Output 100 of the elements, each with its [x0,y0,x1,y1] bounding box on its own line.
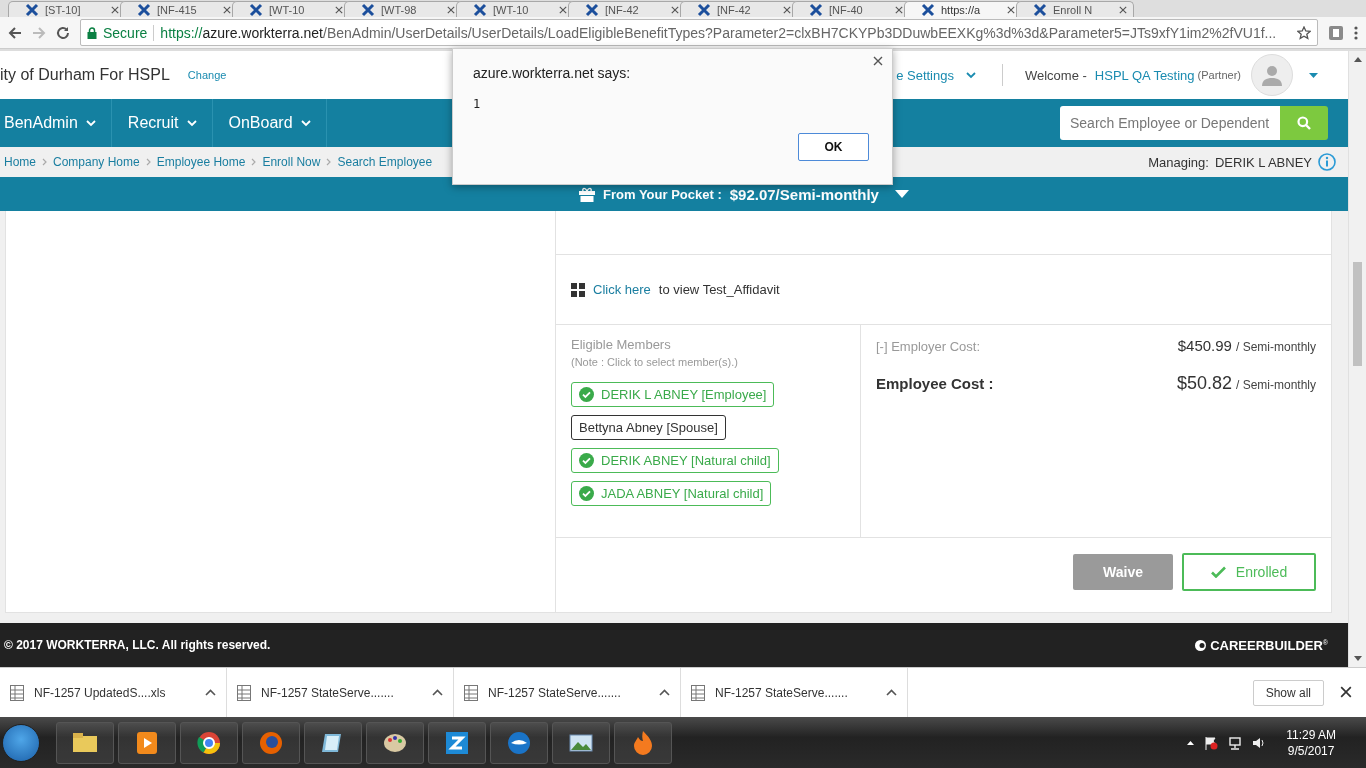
affidavit-link[interactable]: Click here [593,282,651,297]
show-all-button[interactable]: Show all [1252,679,1324,706]
star-icon[interactable] [1297,25,1311,40]
close-icon[interactable] [783,5,791,14]
x-logo-icon [361,2,375,17]
close-icon[interactable] [873,56,883,66]
breadcrumb-link[interactable]: Employee Home [156,155,246,169]
copyright-text: © 2017 WORKTERRA, LLC. All rights reserved. [4,638,271,652]
caret-down-icon[interactable] [894,190,909,198]
caret-up-icon[interactable] [1187,740,1195,745]
x-logo-icon [25,2,39,17]
company-name: ity of Durham For HSPL [0,66,170,84]
x-logo-icon [809,2,823,17]
info-icon[interactable] [1318,153,1336,171]
x-logo-icon [585,2,599,17]
spreadsheet-icon [691,684,705,701]
chevron-right-icon [145,158,151,166]
close-icon[interactable] [1007,5,1015,14]
lock-icon [87,26,97,39]
search-field[interactable]: Search Employee or Dependent [1060,106,1280,140]
logo-icon [1195,639,1207,651]
x-logo-icon [697,2,711,17]
user-link[interactable]: HSPL QA Testing [1094,67,1195,83]
brand-name: CAREERBUILDER$^{®}$ [1210,637,1328,653]
chevron-right-icon [251,158,257,166]
scroll-down-icon[interactable] [1353,656,1362,661]
close-icon[interactable] [671,5,679,14]
breadcrumb-link[interactable]: Search Employee [337,155,433,169]
chevron-down-icon [85,119,96,127]
caret-down-icon[interactable] [1309,72,1318,78]
affidavit-text: to view Test_Affidavit [658,282,780,297]
x-logo-icon [249,2,263,17]
spreadsheet-icon [237,684,251,701]
search-icon [1297,116,1311,130]
spreadsheet-icon [10,684,24,701]
check-circle-icon [579,453,594,468]
start-button[interactable] [2,723,40,762]
clock[interactable]: 11:29 AM 9/5/2017 [1286,727,1336,758]
browser-tab[interactable]: Enroll N [1016,1,1134,17]
close-icon[interactable] [1119,5,1127,14]
spreadsheet-icon [464,684,478,701]
close-icon[interactable] [335,5,343,14]
x-logo-icon [137,2,151,17]
cost-period: / Semi-monthly [1235,340,1316,354]
scrollbar-thumb[interactable] [1353,262,1362,366]
grid-icon [571,282,585,297]
breadcrumb-link[interactable]: Enroll Now [262,155,321,169]
extension-icon[interactable] [1328,24,1344,41]
ok-button[interactable]: OK [798,133,869,161]
check-circle-icon [579,387,594,402]
secure-label: Secure [103,24,148,41]
chevron-down-icon [186,119,197,127]
speaker-icon[interactable] [1252,735,1267,750]
chevron-up-icon[interactable] [432,689,443,696]
employer-cost-value: $450.99 [1177,337,1232,354]
close-icon[interactable] [447,5,455,14]
pocket-label: From Your Pocket : [603,186,722,202]
back-icon[interactable] [8,25,22,40]
chevron-down-icon [965,71,976,79]
network-icon[interactable] [1228,735,1243,750]
close-icon[interactable] [111,5,119,14]
check-icon [1210,566,1226,578]
settings-menu[interactable]: e Settings [896,67,976,83]
reload-icon[interactable] [56,25,70,40]
breadcrumb-link[interactable]: Home [4,155,36,169]
pocket-amount: $92.07/Semi-monthly [729,185,879,203]
members-title: Eligible Members [571,337,671,352]
x-logo-icon [921,2,935,17]
check-circle-icon [579,486,594,501]
close-icon[interactable] [895,5,903,14]
managing-name: DERIK L ABNEY [1214,154,1312,170]
flag-icon[interactable] [1204,735,1219,750]
breadcrumb-link[interactable]: Company Home [53,155,140,169]
members-note: (Note : Click to select member(s).) [571,356,738,368]
chevron-up-icon[interactable] [205,689,216,696]
address-bar[interactable]: Secure https://azure.workterra.net/BenAdmin/UserDetails/UserDetails/LoadEligibleBenefitTypes?Parameter2=clxBH7CKYPb3DDuwbEEXKg%3d%3d&Parameter5=JTs9xfY1im2%2fVU1f... [80,19,1318,46]
managing-label: Managing: [1148,154,1209,170]
employee-cost-value: $50.82 [1176,373,1232,393]
url-text: https://azure.workterra.net/BenAdmin/UserDetails/UserDetails/LoadEligibleBenefitTypes?Parameter2=clxBH7CKYPb3DDuwbEEXKg%3d%3d&Parameter5=JTs9xfY1im2%2fVU1f... [160,24,1277,41]
dialog-title: azure.workterra.net says: [473,65,632,81]
employee-cost-label: Employee Cost : [876,375,994,392]
welcome-label: Welcome - [1024,67,1087,83]
close-icon[interactable] [559,5,567,14]
chevron-right-icon [326,158,332,166]
x-logo-icon [1033,2,1047,17]
x-logo-icon [473,2,487,17]
dialog-message: 1 [473,97,482,111]
user-role: (Partner) [1197,69,1241,81]
menu-icon[interactable] [1354,25,1358,40]
gift-icon [579,186,595,202]
chevron-down-icon [300,119,311,127]
chevron-up-icon[interactable] [659,689,670,696]
scroll-up-icon[interactable] [1353,57,1362,62]
change-link[interactable]: Change [187,69,227,81]
close-icon[interactable] [223,5,231,14]
close-icon[interactable] [1340,685,1352,698]
member-chip[interactable]: Bettyna Abney [Spouse] [571,415,726,440]
chevron-up-icon[interactable] [886,689,897,696]
chevron-right-icon [42,158,47,166]
cost-period: / Semi-monthly [1235,378,1316,392]
